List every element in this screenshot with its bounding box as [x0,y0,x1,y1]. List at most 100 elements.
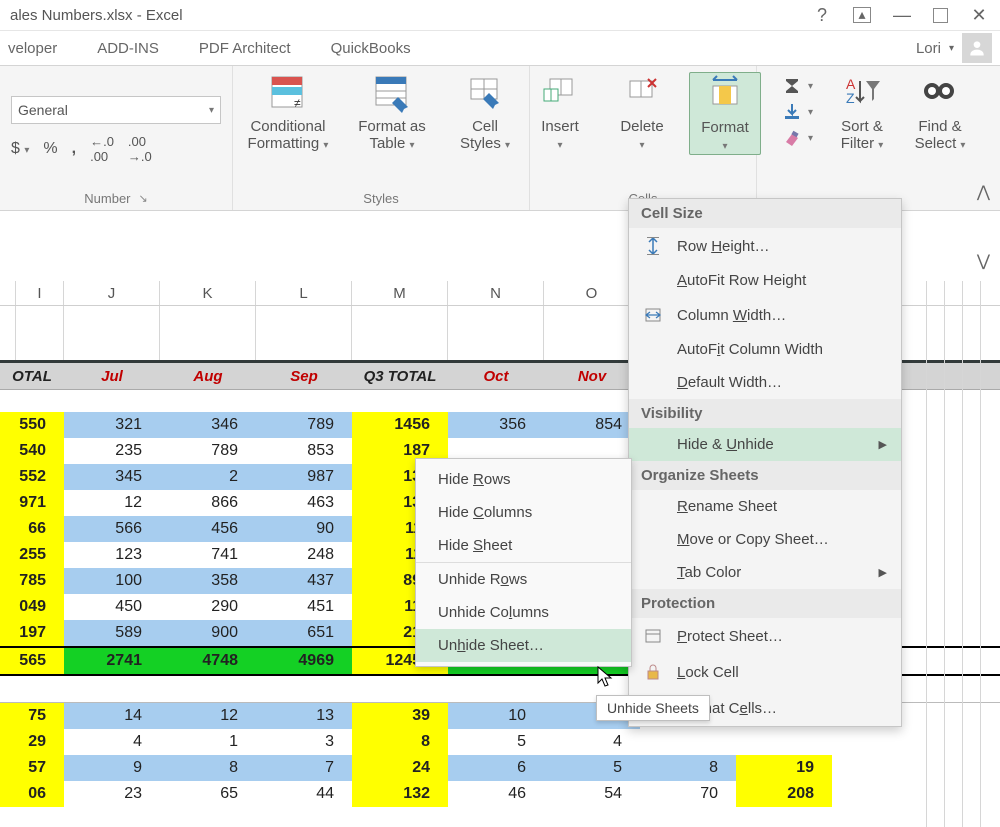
table-cell[interactable]: 10 [448,703,544,729]
menu-autofit-row[interactable]: AutoFit Row Height [629,264,901,297]
table-cell[interactable]: 651 [256,620,352,646]
table-cell[interactable]: 550 [0,412,64,438]
table-cell[interactable]: 4 [544,729,640,755]
table-cell[interactable]: 552 [0,464,64,490]
table-cell[interactable]: 987 [256,464,352,490]
table-cell[interactable]: 6 [448,755,544,781]
table-cell[interactable]: 65 [160,781,256,807]
table-cell[interactable]: 589 [64,620,160,646]
table-cell[interactable]: 2 [160,464,256,490]
table-cell[interactable]: 14 [64,703,160,729]
increase-decimal-button[interactable]: ←.0.00 [90,134,114,164]
table-cell[interactable]: 44 [256,781,352,807]
table-cell[interactable]: 456 [160,516,256,542]
table-cell[interactable]: 290 [160,594,256,620]
help-icon[interactable]: ? [813,5,831,26]
submenu-hide-columns[interactable]: Hide Columns [416,496,631,529]
submenu-hide-sheet[interactable]: Hide Sheet [416,529,631,562]
submenu-hide-rows[interactable]: Hide Rows [416,463,631,496]
tab-pdf-architect[interactable]: PDF Architect [199,40,291,57]
table-cell[interactable]: 197 [0,620,64,646]
table-cell[interactable]: 248 [256,542,352,568]
table-cell[interactable]: 854 [544,412,640,438]
tab-developer[interactable]: veloper [8,40,57,57]
table-cell[interactable]: 70 [640,781,736,807]
table-cell[interactable]: 3 [256,729,352,755]
table-cell[interactable]: 971 [0,490,64,516]
table-cell[interactable]: 12 [64,490,160,516]
table-cell[interactable]: 12 [160,703,256,729]
table-cell[interactable]: 566 [64,516,160,542]
table-cell[interactable]: 866 [160,490,256,516]
table-cell[interactable]: 235 [64,438,160,464]
user-area[interactable]: Lori ▾ [916,33,992,63]
table-cell[interactable]: 2741 [64,648,160,674]
table-cell[interactable]: 208 [736,781,832,807]
submenu-unhide-sheet[interactable]: Unhide Sheet… [416,629,631,662]
table-cell[interactable]: 7 [256,755,352,781]
table-cell[interactable]: 9 [64,755,160,781]
table-cell[interactable]: 1456 [352,412,448,438]
menu-move-copy[interactable]: Move or Copy Sheet… [629,523,901,556]
table-cell[interactable]: 66 [0,516,64,542]
menu-tab-color[interactable]: Tab Color▶ [629,556,901,589]
table-cell[interactable]: 54 [544,781,640,807]
table-cell[interactable]: 39 [352,703,448,729]
table-cell[interactable]: 90 [256,516,352,542]
minimize-icon[interactable]: — [893,5,911,26]
tab-addins[interactable]: ADD-INS [97,40,159,57]
currency-button[interactable]: $ ▾ [11,140,29,158]
table-cell[interactable]: 346 [160,412,256,438]
table-cell[interactable]: 451 [256,594,352,620]
autosum-button[interactable]: ▾ [782,76,813,96]
cell-styles-button[interactable]: CellStyles ▾ [450,72,520,153]
percent-button[interactable]: % [43,140,57,158]
conditional-formatting-button[interactable]: ≠ ConditionalFormatting ▾ [242,72,334,153]
table-cell[interactable]: 463 [256,490,352,516]
close-icon[interactable]: ✕ [970,5,988,26]
table-cell[interactable]: 741 [160,542,256,568]
table-cell[interactable]: 789 [160,438,256,464]
sort-filter-button[interactable]: AZ Sort &Filter ▾ [827,72,897,153]
menu-hide-unhide[interactable]: Hide & Unhide▶ [629,428,901,461]
table-cell[interactable]: 321 [64,412,160,438]
menu-default-width[interactable]: Default Width… [629,366,901,399]
table-cell[interactable]: 900 [160,620,256,646]
table-cell[interactable]: 5 [544,755,640,781]
menu-column-width[interactable]: Column Width… [629,297,901,333]
table-cell[interactable]: 100 [64,568,160,594]
table-cell[interactable]: 19 [736,755,832,781]
tab-quickbooks[interactable]: QuickBooks [331,40,411,57]
fill-button[interactable]: ▾ [782,102,813,122]
table-cell[interactable]: 8 [160,755,256,781]
table-cell[interactable]: 437 [256,568,352,594]
table-cell[interactable]: 853 [256,438,352,464]
table-cell[interactable]: 75 [0,703,64,729]
decrease-decimal-button[interactable]: .00→.0 [128,134,152,164]
menu-lock-cell[interactable]: Lock Cell [629,654,901,690]
comma-button[interactable]: , [72,140,76,158]
table-cell[interactable]: 565 [0,648,64,674]
insert-button[interactable]: Insert▾ [525,72,595,153]
table-cell[interactable]: 789 [256,412,352,438]
number-format-combo[interactable]: General▾ [11,96,221,124]
find-select-button[interactable]: Find &Select ▾ [905,72,975,153]
delete-button[interactable]: Delete▾ [607,72,677,153]
submenu-unhide-columns[interactable]: Unhide Columns [416,596,631,629]
table-cell[interactable]: 345 [64,464,160,490]
table-cell[interactable]: 5 [448,729,544,755]
table-cell[interactable]: 540 [0,438,64,464]
table-cell[interactable]: 356 [448,412,544,438]
submenu-unhide-rows[interactable]: Unhide Rows [416,562,631,596]
table-cell[interactable]: 24 [352,755,448,781]
table-cell[interactable]: 132 [352,781,448,807]
table-cell[interactable]: 785 [0,568,64,594]
collapse-ribbon-icon[interactable]: ⋀ [977,182,990,202]
menu-protect-sheet[interactable]: Protect Sheet… [629,618,901,654]
table-cell[interactable]: 123 [64,542,160,568]
table-cell[interactable]: 450 [64,594,160,620]
table-cell[interactable]: 4748 [160,648,256,674]
table-cell[interactable]: 57 [0,755,64,781]
format-as-table-button[interactable]: Format asTable ▾ [346,72,438,153]
table-cell[interactable]: 4969 [256,648,352,674]
